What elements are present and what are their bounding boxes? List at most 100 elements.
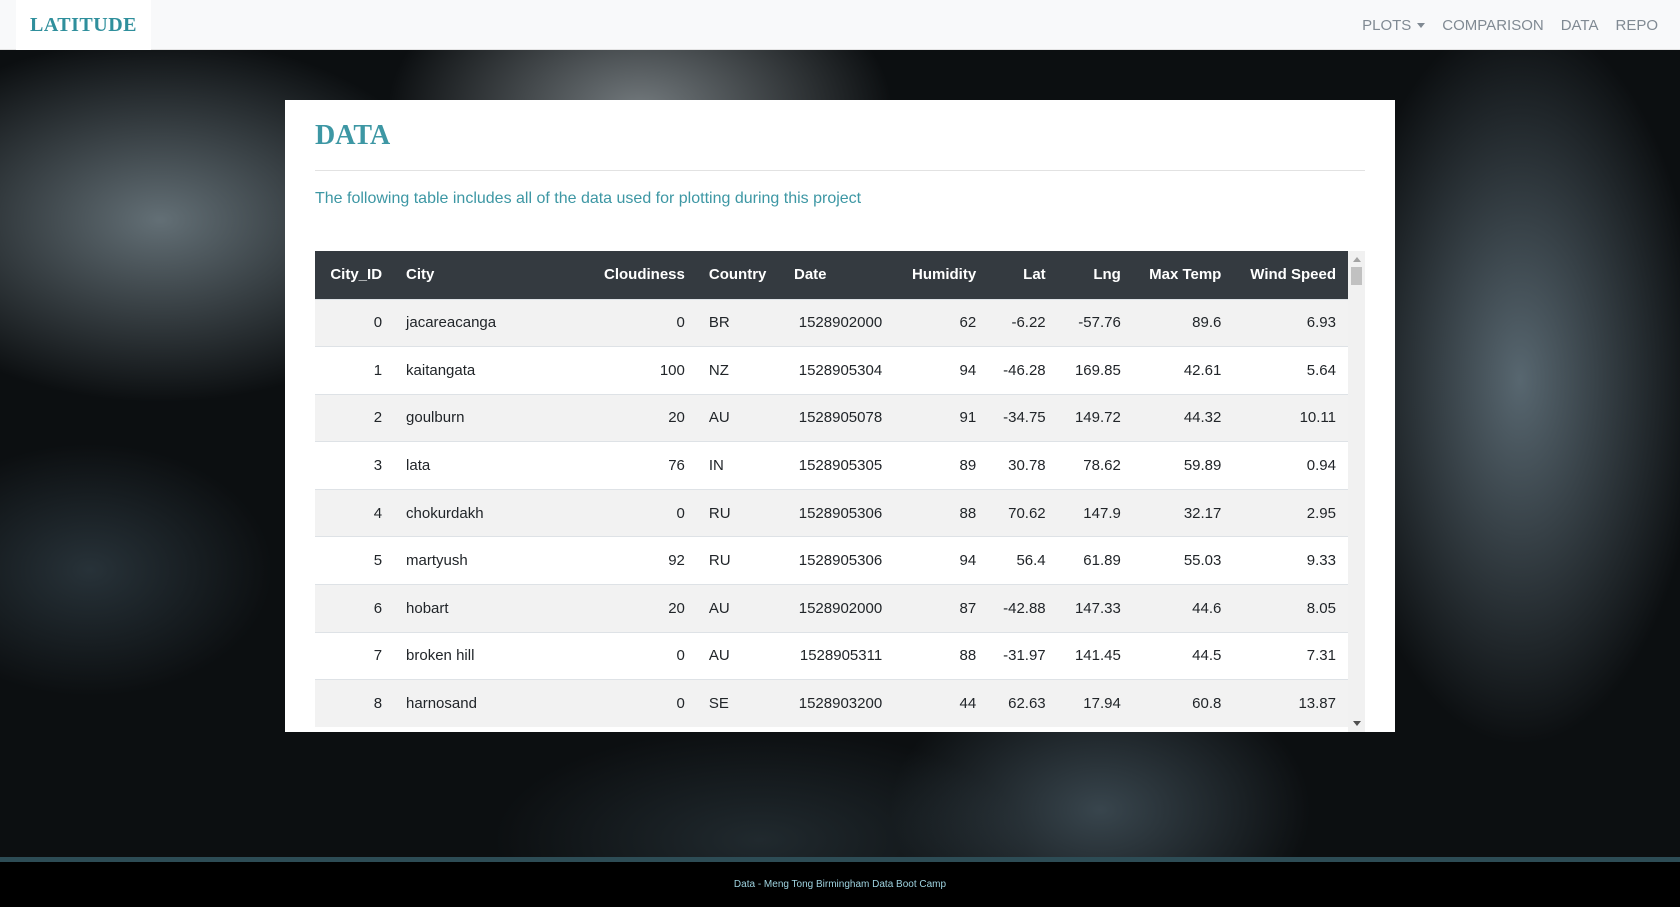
table-cell: SE xyxy=(696,679,782,728)
table-cell: harnosand xyxy=(394,679,572,728)
table-cell: 44.6 xyxy=(1132,584,1234,633)
table-cell: 42.61 xyxy=(1132,346,1234,395)
table-cell: 88 xyxy=(894,631,989,680)
table-cell: 0 xyxy=(571,298,697,347)
table-cell: 4 xyxy=(315,488,395,537)
table-cell: -31.97 xyxy=(988,631,1058,680)
table-cell: -57.76 xyxy=(1057,298,1133,347)
table-cell: 89 xyxy=(894,441,989,490)
table-cell: RU xyxy=(696,488,782,537)
table-cell: -42.88 xyxy=(988,584,1058,633)
column-header[interactable]: Max Temp xyxy=(1132,251,1234,299)
column-header[interactable]: Lng xyxy=(1057,251,1133,299)
table-row: 0 jacareacanga 0 BR 1528902000 62 -6.22 -57.76 8… xyxy=(315,298,1348,347)
table-cell: AU xyxy=(696,584,782,633)
table-row: 6 hobart 20 AU 1528902000 87 -42.88 147.33 44.6 8… xyxy=(315,584,1348,633)
title-divider xyxy=(315,170,1365,171)
column-header[interactable]: City_ID xyxy=(315,251,395,299)
table-cell: 2 xyxy=(315,393,395,442)
brand-logo[interactable]: LATITUDE xyxy=(16,0,151,50)
table-cell: 0.94 xyxy=(1233,441,1348,490)
column-header[interactable]: Date xyxy=(781,251,895,299)
table-cell: 88 xyxy=(894,488,989,537)
table-cell: 1528905078 xyxy=(781,393,895,442)
table-cell: 6.93 xyxy=(1233,298,1348,347)
table-cell: 1528902000 xyxy=(781,584,895,633)
table-cell: 13.87 xyxy=(1233,679,1348,728)
caret-down-icon xyxy=(1417,23,1426,29)
table-cell: AU xyxy=(696,631,782,680)
table-cell: 76 xyxy=(571,441,697,490)
table-cell: 3 xyxy=(315,441,395,490)
table-cell: RU xyxy=(696,536,782,585)
table-cell: 1528905306 xyxy=(781,488,895,537)
table-cell: 1528902000 xyxy=(781,298,895,347)
table-cell: 1528903200 xyxy=(781,679,895,728)
table-cell: 59.89 xyxy=(1132,441,1234,490)
table-body: 0 jacareacanga 0 BR 1528902000 62 -6.22 -57.76 8… xyxy=(315,298,1348,728)
table-cell: -46.28 xyxy=(988,346,1058,395)
table-cell: 6 xyxy=(315,584,395,633)
navbar: LATITUDE PLOTS COMPARISON DATA REPO xyxy=(0,0,1680,50)
nav-comparison[interactable]: COMPARISON xyxy=(1442,17,1543,34)
table-cell: 1528905304 xyxy=(781,346,895,395)
table-row: 8 harnosand 0 SE 1528903200 44 62.63 17.94 60.8 1… xyxy=(315,679,1348,728)
table-cell: 9.33 xyxy=(1233,536,1348,585)
table-cell: -6.22 xyxy=(988,298,1058,347)
scroll-up-arrow-icon[interactable] xyxy=(1353,257,1361,262)
table-cell: 141.45 xyxy=(1057,631,1133,680)
column-header[interactable]: Wind Speed xyxy=(1233,251,1348,299)
table-cell: 94 xyxy=(894,346,989,395)
table-cell: 7 xyxy=(315,631,395,680)
table-cell: 8 xyxy=(315,679,395,728)
table-scroll-container[interactable]: City_ID City Cloudiness Country Date Humidity… xyxy=(315,251,1365,732)
vertical-scrollbar[interactable] xyxy=(1348,251,1365,732)
table-cell: 1528905305 xyxy=(781,441,895,490)
nav-plots-dropdown[interactable]: PLOTS xyxy=(1362,16,1426,34)
scrollbar-thumb[interactable] xyxy=(1351,267,1362,285)
table-cell: 44 xyxy=(894,679,989,728)
table-cell: 55.03 xyxy=(1132,536,1234,585)
table-cell: 44.32 xyxy=(1132,393,1234,442)
table-cell: 70.62 xyxy=(988,488,1058,537)
nav-data[interactable]: DATA xyxy=(1561,17,1599,34)
table-cell: martyush xyxy=(394,536,572,585)
table-cell: 1528905311 xyxy=(781,631,895,680)
table-cell: 10.11 xyxy=(1233,393,1348,442)
table-cell: BR xyxy=(696,298,782,347)
table-cell: 44.5 xyxy=(1132,631,1234,680)
column-header[interactable]: City xyxy=(394,251,572,299)
table-cell: 61.89 xyxy=(1057,536,1133,585)
nav-repo[interactable]: REPO xyxy=(1615,17,1658,34)
footer: Data - Meng Tong Birmingham Data Boot Ca… xyxy=(0,857,1680,907)
table-cell: 92 xyxy=(571,536,697,585)
table-row: 7 broken hill 0 AU 1528905311 88 -31.97 141.45 4… xyxy=(315,631,1348,680)
table-cell: 0 xyxy=(571,679,697,728)
table-cell: broken hill xyxy=(394,631,572,680)
table-row: 2 goulburn 20 AU 1528905078 91 -34.75 149.72 44.… xyxy=(315,393,1348,442)
column-header[interactable]: Cloudiness xyxy=(571,251,697,299)
footer-text: Data - Meng Tong Birmingham Data Boot Ca… xyxy=(733,879,947,890)
column-header[interactable]: Lat xyxy=(988,251,1058,299)
table-cell: 2.95 xyxy=(1233,488,1348,537)
column-header[interactable]: Country xyxy=(696,251,782,299)
table-cell: jacareacanga xyxy=(394,298,572,347)
nav-plots-label: PLOTS xyxy=(1362,16,1412,34)
table-row: 1 kaitangata 100 NZ 1528905304 94 -46.28 169.85… xyxy=(315,346,1348,395)
column-header[interactable]: Humidity xyxy=(894,251,989,299)
scroll-down-arrow-icon[interactable] xyxy=(1353,721,1361,726)
table-cell: hobart xyxy=(394,584,572,633)
table-cell: -34.75 xyxy=(988,393,1058,442)
table-cell: 147.9 xyxy=(1057,488,1133,537)
table-cell: lata xyxy=(394,441,572,490)
table-row: 4 chokurdakh 0 RU 1528905306 88 70.62 147.9 32.1… xyxy=(315,488,1348,537)
table-cell: 7.31 xyxy=(1233,631,1348,680)
table-cell: 94 xyxy=(894,536,989,585)
table-cell: 20 xyxy=(571,393,697,442)
table-cell: kaitangata xyxy=(394,346,572,395)
table-cell: 1528905306 xyxy=(781,536,895,585)
data-card: DATA The following table includes all of… xyxy=(285,100,1395,732)
table-cell: 5.64 xyxy=(1233,346,1348,395)
table-cell: 0 xyxy=(315,298,395,347)
table-cell: NZ xyxy=(696,346,782,395)
